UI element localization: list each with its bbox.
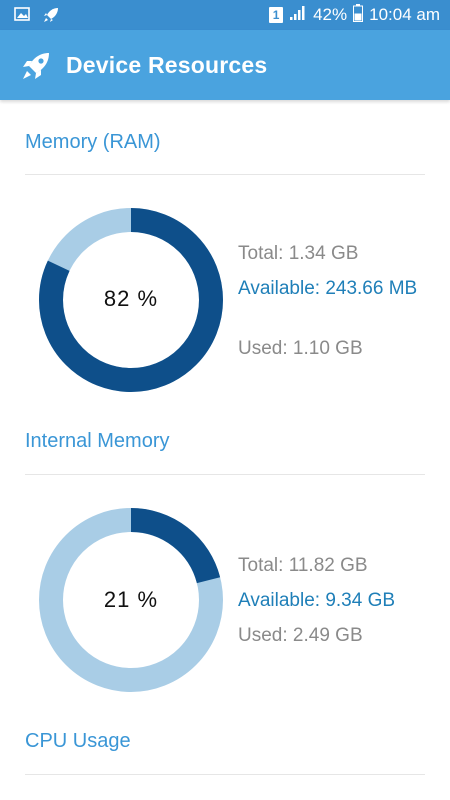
battery-percent: 42% — [313, 5, 348, 24]
battery-icon — [353, 3, 364, 27]
internal-available: Available: 9.34 GB — [238, 590, 396, 611]
divider — [25, 774, 425, 775]
internal-total: Total: 11.82 GB — [238, 555, 368, 576]
ram-available: Available: 243.66 MB — [238, 278, 418, 299]
rocket-icon[interactable] — [20, 50, 52, 87]
status-bar: 1 42% 10:04 am — [0, 0, 450, 30]
section-title-cpu: CPU Usage — [25, 730, 131, 752]
clock: 10:04 am — [369, 5, 440, 24]
signal-icon — [289, 5, 307, 26]
divider — [25, 174, 425, 175]
internal-used: Used: 2.49 GB — [238, 625, 363, 646]
page-title: Device Resources — [66, 52, 268, 78]
internal-percent-label: 21 % — [103, 587, 159, 612]
ram-percent-label: 82 % — [103, 286, 159, 311]
rocket-notification-icon — [42, 6, 60, 29]
divider — [25, 474, 425, 475]
ram-total: Total: 1.34 GB — [238, 243, 359, 264]
section-title-internal: Internal Memory — [25, 430, 170, 452]
section-title-ram: Memory (RAM) — [25, 131, 161, 153]
sim-card-icon: 1 — [269, 7, 284, 23]
gallery-icon — [14, 6, 30, 29]
ram-used: Used: 1.10 GB — [238, 338, 363, 359]
app-bar: Device Resources — [0, 30, 450, 100]
